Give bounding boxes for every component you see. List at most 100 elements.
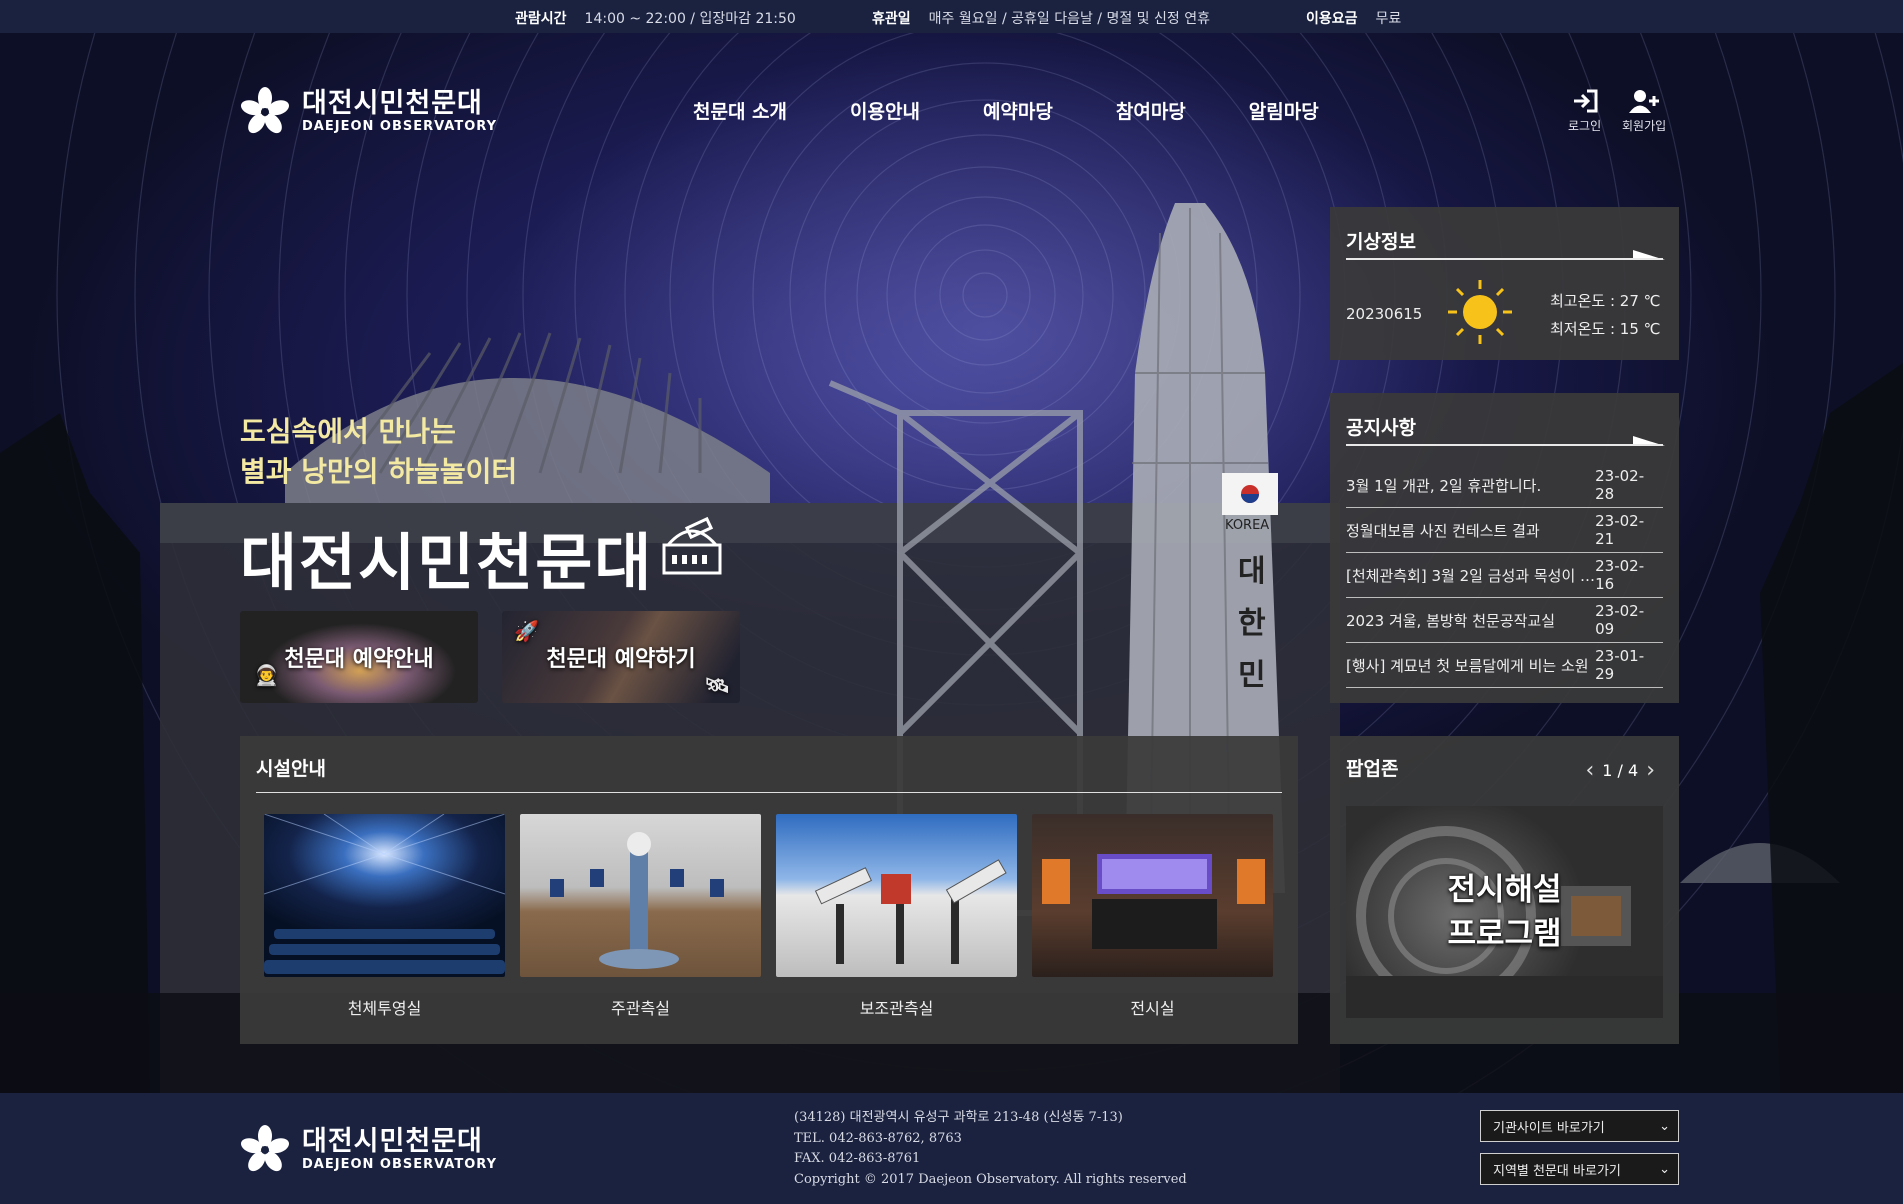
weather-title: 기상정보	[1346, 231, 1416, 253]
svg-text:민: 민	[1238, 658, 1266, 693]
observatory-dome-icon	[662, 516, 722, 575]
reservation-guide-button[interactable]: 👨‍🚀 천문대 예약안내	[240, 611, 478, 703]
notice-item-date: 23-01-29	[1595, 647, 1645, 683]
sun-icon	[1448, 280, 1512, 344]
info-bar: 관람시간 14:00 ~ 22:00 / 입장마감 21:50 휴관일 매주 월요일…	[0, 0, 1903, 33]
login-button[interactable]: 로그인	[1568, 88, 1601, 134]
logo-subtitle: DAEJEON OBSERVATORY	[302, 119, 497, 134]
institution-site-select-value: 기관사이트 바로가기	[1493, 1120, 1605, 1136]
facility-image	[264, 814, 505, 977]
notice-item-date: 23-02-09	[1595, 602, 1645, 638]
site-logo[interactable]: 대전시민천문대 DAEJEON OBSERVATORY	[240, 87, 497, 137]
hours-value: 14:00 ~ 22:00 / 입장마감 21:50	[584, 11, 796, 27]
popup-text-line-1: 전시해설	[1447, 872, 1562, 908]
popup-banner[interactable]: 전시해설 프로그램	[1346, 806, 1663, 1018]
nav-participation[interactable]: 참여마당	[1116, 97, 1186, 124]
notice-item[interactable]: 3월 1일 개관, 2일 휴관합니다. 23-02-28	[1346, 463, 1663, 508]
notice-item-title: 3월 1일 개관, 2일 휴관합니다.	[1346, 476, 1542, 495]
facilities-panel: 시설안내 천체투영실 주관측실 보조관측실 전시실	[240, 736, 1298, 1044]
notice-item[interactable]: [천체관측회] 3월 2일 금성과 목성이 만나요 23-02-16	[1346, 553, 1663, 598]
notice-item-title: 정월대보름 사진 컨테스트 결과	[1346, 521, 1540, 540]
institution-site-select[interactable]: 기관사이트 바로가기 ⌄	[1480, 1110, 1679, 1142]
notice-item-title: [행사] 계묘년 첫 보름달에게 비는 소원	[1346, 656, 1589, 675]
hero-title: 대전시민천문대	[240, 526, 654, 599]
facilities-title: 시설안내	[256, 758, 326, 780]
facility-label: 보조관측실	[859, 999, 934, 1018]
fee-label: 이용요금	[1306, 11, 1358, 27]
facility-sub-observatory[interactable]: 보조관측실	[776, 814, 1017, 1019]
logo-emblem-icon	[241, 1125, 289, 1172]
chevron-down-icon: ⌄	[1659, 1161, 1670, 1177]
min-temp: 최저온도 : 15 ℃	[1550, 320, 1661, 338]
footer-logo-title: 대전시민천문대	[302, 1126, 483, 1157]
footer-info: (34128) 대전광역시 유성구 과학로 213-48 (신성동 7-13) …	[794, 1108, 1187, 1190]
rocket-icon: 🚀	[514, 619, 539, 643]
make-reservation-label: 천문대 예약하기	[546, 647, 696, 672]
facility-label: 전시실	[1130, 999, 1175, 1018]
weather-panel: 기상정보 20230615 최고온도 : 27 ℃ 최저온도 : 15 ℃	[1330, 207, 1679, 360]
closed-value: 매주 월요일 / 공휴일 다음날 / 명절 및 신정 연휴	[928, 11, 1210, 27]
closed-info: 휴관일 매주 월요일 / 공휴일 다음날 / 명절 및 신정 연휴	[872, 8, 1210, 28]
facility-label: 천체투영실	[347, 999, 422, 1018]
popup-title: 팝업존	[1346, 758, 1399, 780]
facility-main-observatory[interactable]: 주관측실	[520, 814, 761, 1019]
footer-logo-subtitle: DAEJEON OBSERVATORY	[302, 1157, 497, 1172]
join-button[interactable]: 회원가입	[1622, 88, 1666, 134]
divider	[256, 792, 1282, 793]
login-label: 로그인	[1568, 119, 1602, 133]
hero-slogan: 도심속에서 만나는 별과 낭만의 하늘놀이터	[240, 412, 517, 492]
main-nav: 천문대 소개 이용안내 예약마당 참여마당 알림마당	[693, 97, 1382, 124]
notice-title: 공지사항	[1346, 417, 1416, 439]
footer-fax: FAX. 042-863-8761	[794, 1151, 921, 1166]
notice-panel: 공지사항 3월 1일 개관, 2일 휴관합니다. 23-02-28 정월대보름 사…	[1330, 393, 1679, 703]
reservation-guide-label: 천문대 예약안내	[284, 647, 434, 672]
notice-item-title: 2023 겨울, 봄방학 천문공작교실	[1346, 611, 1556, 630]
popup-zone-panel: 팝업존 ‹ 1 / 4 › 전시해설 프로그램	[1330, 736, 1679, 1044]
notice-item[interactable]: [행사] 계묘년 첫 보름달에게 비는 소원 23-01-29	[1346, 643, 1663, 688]
chevron-left-icon[interactable]: ‹	[1577, 758, 1602, 783]
notice-item-title: [천체관측회] 3월 2일 금성과 목성이 만나요	[1346, 566, 1596, 585]
nav-guide[interactable]: 이용안내	[850, 97, 920, 124]
fee-value: 무료	[1375, 11, 1402, 27]
popup-text-line-2: 프로그램	[1447, 916, 1562, 952]
weather-date: 20230615	[1346, 305, 1423, 323]
slogan-line-2: 별과 낭만의 하늘놀이터	[240, 455, 518, 488]
facility-label: 주관측실	[611, 999, 670, 1018]
astronaut-icon-2: 🛰	[704, 673, 730, 697]
chevron-right-icon[interactable]: ›	[1638, 758, 1663, 783]
notice-list: 3월 1일 개관, 2일 휴관합니다. 23-02-28 정월대보름 사진 컨테스…	[1346, 463, 1663, 688]
popup-page-indicator: 1 / 4	[1602, 761, 1639, 780]
join-label: 회원가입	[1622, 119, 1667, 133]
user-plus-icon	[1629, 90, 1660, 113]
regional-observatory-select[interactable]: 지역별 천문대 바로가기 ⌄	[1480, 1153, 1679, 1185]
regional-observatory-select-value: 지역별 천문대 바로가기	[1493, 1163, 1621, 1179]
svg-text:한: 한	[1238, 606, 1266, 641]
facility-planetarium[interactable]: 천체투영실	[264, 814, 505, 1019]
fee-info: 이용요금 무료	[1306, 8, 1401, 28]
divider	[1346, 444, 1663, 446]
notice-item[interactable]: 2023 겨울, 봄방학 천문공작교실 23-02-09	[1346, 598, 1663, 643]
facility-image	[1032, 814, 1273, 977]
footer-copyright: Copyright © 2017 Daejeon Observatory. Al…	[794, 1171, 1187, 1187]
nav-notice[interactable]: 알림마당	[1249, 97, 1319, 124]
login-icon	[1573, 89, 1598, 113]
max-temp: 최고온도 : 27 ℃	[1550, 292, 1661, 310]
notice-item-date: 23-02-28	[1595, 467, 1645, 503]
weather-temps: 최고온도 : 27 ℃ 최저온도 : 15 ℃	[1550, 287, 1661, 343]
nav-reservation[interactable]: 예약마당	[983, 97, 1053, 124]
logo-title: 대전시민천문대	[302, 88, 483, 119]
notice-item[interactable]: 정월대보름 사진 컨테스트 결과 23-02-21	[1346, 508, 1663, 553]
logo-emblem-icon	[241, 87, 289, 134]
nav-about[interactable]: 천문대 소개	[693, 97, 787, 124]
facility-exhibition-hall[interactable]: 전시실	[1032, 814, 1273, 1019]
footer-tel: TEL. 042-863-8762, 8763	[794, 1130, 962, 1146]
hours-info: 관람시간 14:00 ~ 22:00 / 입장마감 21:50	[515, 8, 796, 28]
popup-pagination: ‹ 1 / 4 ›	[1577, 758, 1663, 783]
make-reservation-button[interactable]: 🚀 천문대 예약하기 🛰	[502, 611, 740, 703]
hours-label: 관람시간	[515, 11, 567, 27]
astronaut-icon: 👨‍🚀	[254, 663, 279, 687]
closed-label: 휴관일	[872, 11, 911, 27]
svg-text:대: 대	[1238, 554, 1266, 589]
notice-item-date: 23-02-21	[1595, 512, 1645, 548]
footer-logo[interactable]: 대전시민천문대 DAEJEON OBSERVATORY	[240, 1125, 497, 1175]
